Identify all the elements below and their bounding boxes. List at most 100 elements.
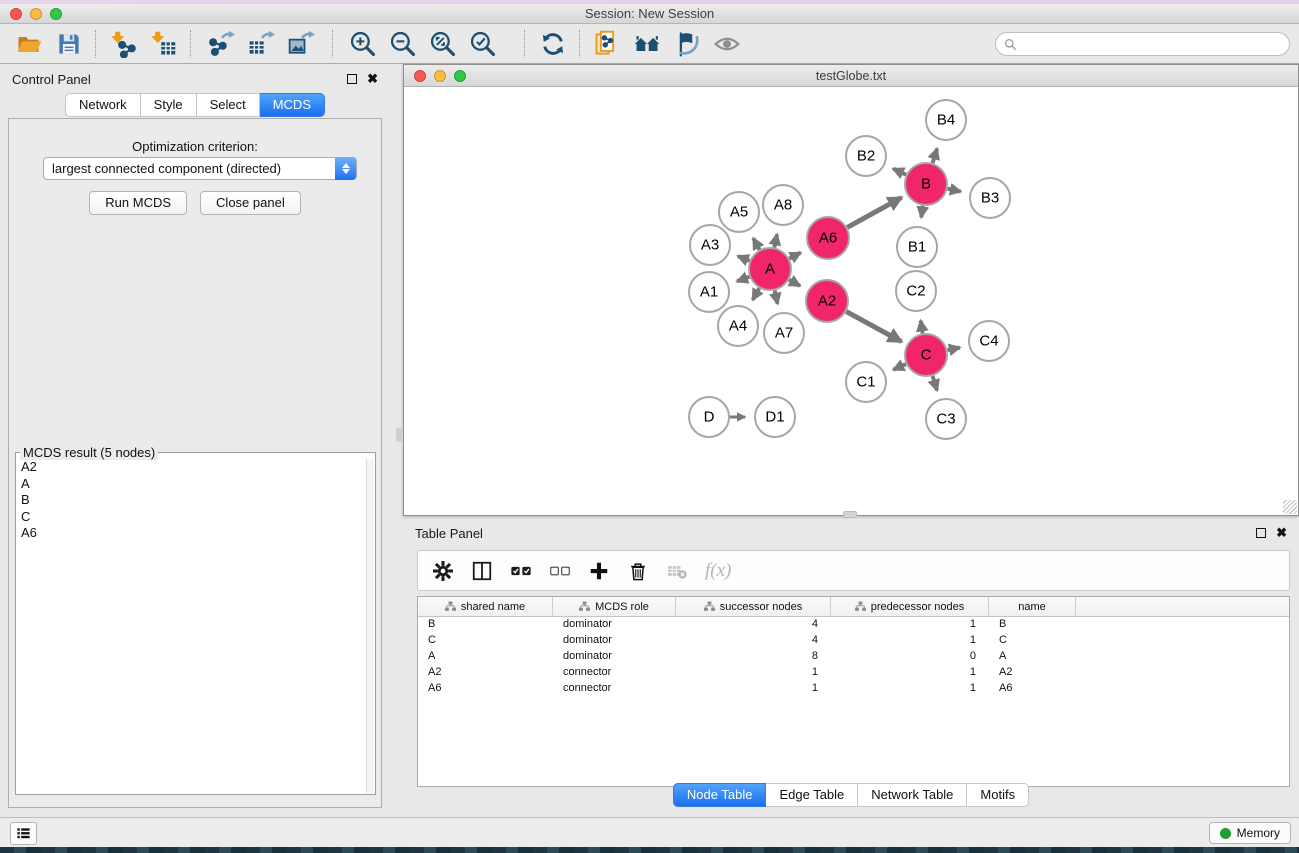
cell-name[interactable]: B bbox=[989, 617, 1076, 633]
tab-edge-table[interactable]: Edge Table bbox=[766, 783, 858, 807]
edge-A-A8[interactable] bbox=[774, 234, 777, 247]
vertical-splitter-handle[interactable] bbox=[396, 428, 402, 442]
export-network-button[interactable] bbox=[204, 28, 238, 60]
create-column-button[interactable] bbox=[588, 560, 610, 582]
edge-A-A2[interactable] bbox=[789, 280, 800, 286]
edge-C-C3[interactable] bbox=[933, 376, 937, 390]
search-input[interactable] bbox=[1022, 37, 1281, 51]
hide-annotations-button[interactable] bbox=[670, 28, 704, 60]
zoom-out-button[interactable] bbox=[386, 28, 420, 60]
cell-MCDS-role[interactable]: connector bbox=[553, 681, 676, 697]
edge-A6-B[interactable] bbox=[847, 198, 901, 228]
node-A6[interactable]: A6 bbox=[807, 217, 849, 259]
export-table-button[interactable] bbox=[244, 28, 278, 60]
column-header-shared-name[interactable]: shared name bbox=[418, 597, 553, 616]
node-C4[interactable]: C4 bbox=[969, 321, 1009, 361]
cell-shared-name[interactable]: A bbox=[418, 649, 553, 665]
edge-B-B4[interactable] bbox=[933, 149, 937, 163]
result-item[interactable]: A6 bbox=[21, 525, 366, 542]
memory-button[interactable]: Memory bbox=[1209, 822, 1291, 844]
node-A[interactable]: A bbox=[749, 248, 791, 290]
edge-C-C1[interactable] bbox=[893, 364, 906, 370]
cell-predecessor-nodes[interactable]: 1 bbox=[831, 665, 989, 681]
result-item[interactable]: B bbox=[21, 492, 366, 509]
node-A7[interactable]: A7 bbox=[764, 313, 804, 353]
cell-shared-name[interactable]: A6 bbox=[418, 681, 553, 697]
column-layout-button[interactable] bbox=[471, 560, 493, 582]
float-panel-icon[interactable] bbox=[347, 74, 357, 84]
edge-A-A7[interactable] bbox=[775, 290, 778, 303]
node-B3[interactable]: B3 bbox=[970, 178, 1010, 218]
node-B2[interactable]: B2 bbox=[846, 136, 886, 176]
task-history-button[interactable] bbox=[10, 822, 37, 845]
edge-A-A5[interactable] bbox=[753, 238, 759, 249]
float-table-panel-icon[interactable] bbox=[1256, 528, 1266, 538]
edge-A-A6[interactable] bbox=[789, 253, 800, 259]
cell-MCDS-role[interactable]: dominator bbox=[553, 633, 676, 649]
select-all-columns-button[interactable] bbox=[510, 560, 532, 582]
column-header-MCDS-role[interactable]: MCDS role bbox=[553, 597, 676, 616]
node-D[interactable]: D bbox=[689, 397, 729, 437]
table-row[interactable]: Adominator80A bbox=[418, 649, 1289, 665]
node-B1[interactable]: B1 bbox=[897, 227, 937, 267]
cell-name[interactable]: A6 bbox=[989, 681, 1076, 697]
cell-successor-nodes[interactable]: 4 bbox=[676, 633, 831, 649]
resize-grip[interactable] bbox=[1283, 500, 1297, 514]
column-header-name[interactable]: name bbox=[989, 597, 1076, 616]
edge-C-C4[interactable] bbox=[947, 348, 959, 351]
network-from-selection-button[interactable] bbox=[590, 28, 624, 60]
table-settings-button[interactable] bbox=[432, 560, 454, 582]
export-image-button[interactable] bbox=[284, 28, 318, 60]
node-A4[interactable]: A4 bbox=[718, 306, 758, 346]
edge-B-B1[interactable] bbox=[921, 206, 923, 218]
column-header-predecessor-nodes[interactable]: predecessor nodes bbox=[831, 597, 989, 616]
column-header-successor-nodes[interactable]: successor nodes bbox=[676, 597, 831, 616]
cell-name[interactable]: C bbox=[989, 633, 1076, 649]
close-panel-icon[interactable]: ✖ bbox=[367, 74, 378, 84]
apply-layout-button[interactable] bbox=[536, 28, 570, 60]
node-C3[interactable]: C3 bbox=[926, 399, 966, 439]
table-row[interactable]: Cdominator41C bbox=[418, 633, 1289, 649]
save-session-button[interactable] bbox=[52, 28, 86, 60]
close-panel-button[interactable]: Close panel bbox=[200, 191, 301, 215]
edge-A-A3[interactable] bbox=[738, 256, 750, 261]
cell-MCDS-role[interactable]: dominator bbox=[553, 649, 676, 665]
table-row[interactable]: A6connector11A6 bbox=[418, 681, 1289, 697]
cell-predecessor-nodes[interactable]: 1 bbox=[831, 633, 989, 649]
node-A2[interactable]: A2 bbox=[806, 280, 848, 322]
unselect-all-columns-button[interactable] bbox=[549, 560, 571, 582]
node-table[interactable]: shared nameMCDS rolesuccessor nodesprede… bbox=[417, 596, 1290, 787]
node-D1[interactable]: D1 bbox=[755, 397, 795, 437]
node-C1[interactable]: C1 bbox=[846, 362, 886, 402]
import-network-button[interactable] bbox=[106, 28, 140, 60]
cell-shared-name[interactable]: C bbox=[418, 633, 553, 649]
tab-select[interactable]: Select bbox=[197, 93, 260, 117]
cell-successor-nodes[interactable]: 8 bbox=[676, 649, 831, 665]
table-row[interactable]: Bdominator41B bbox=[418, 617, 1289, 633]
criterion-select[interactable]: largest connected component (directed) bbox=[43, 157, 357, 180]
result-item[interactable]: C bbox=[21, 509, 366, 526]
node-A1[interactable]: A1 bbox=[689, 272, 729, 312]
node-B4[interactable]: B4 bbox=[926, 100, 966, 140]
run-mcds-button[interactable]: Run MCDS bbox=[89, 191, 187, 215]
edge-A2-C[interactable] bbox=[846, 312, 901, 342]
zoom-in-button[interactable] bbox=[346, 28, 380, 60]
open-session-button[interactable] bbox=[12, 28, 46, 60]
cell-predecessor-nodes[interactable]: 0 bbox=[831, 649, 989, 665]
edge-B-B3[interactable] bbox=[947, 189, 960, 192]
graphics-details-button[interactable] bbox=[710, 28, 744, 60]
cell-MCDS-role[interactable]: dominator bbox=[553, 617, 676, 633]
network-graph[interactable]: B4B2BB3A8A5A6A3B1AA1C2A2A4A7C4CC1C3DD1 bbox=[404, 87, 1298, 515]
tab-mcds[interactable]: MCDS bbox=[260, 93, 325, 117]
horizontal-splitter-handle[interactable] bbox=[843, 511, 857, 518]
tab-style[interactable]: Style bbox=[141, 93, 197, 117]
network-canvas[interactable]: B4B2BB3A8A5A6A3B1AA1C2A2A4A7C4CC1C3DD1 bbox=[404, 87, 1298, 515]
cell-MCDS-role[interactable]: connector bbox=[553, 665, 676, 681]
table-row[interactable]: A2connector11A2 bbox=[418, 665, 1289, 681]
cell-shared-name[interactable]: B bbox=[418, 617, 553, 633]
delete-column-button[interactable] bbox=[627, 560, 649, 582]
edge-A-A4[interactable] bbox=[753, 288, 760, 300]
cell-successor-nodes[interactable]: 1 bbox=[676, 681, 831, 697]
node-A5[interactable]: A5 bbox=[719, 192, 759, 232]
zoom-fit-button[interactable] bbox=[426, 28, 460, 60]
